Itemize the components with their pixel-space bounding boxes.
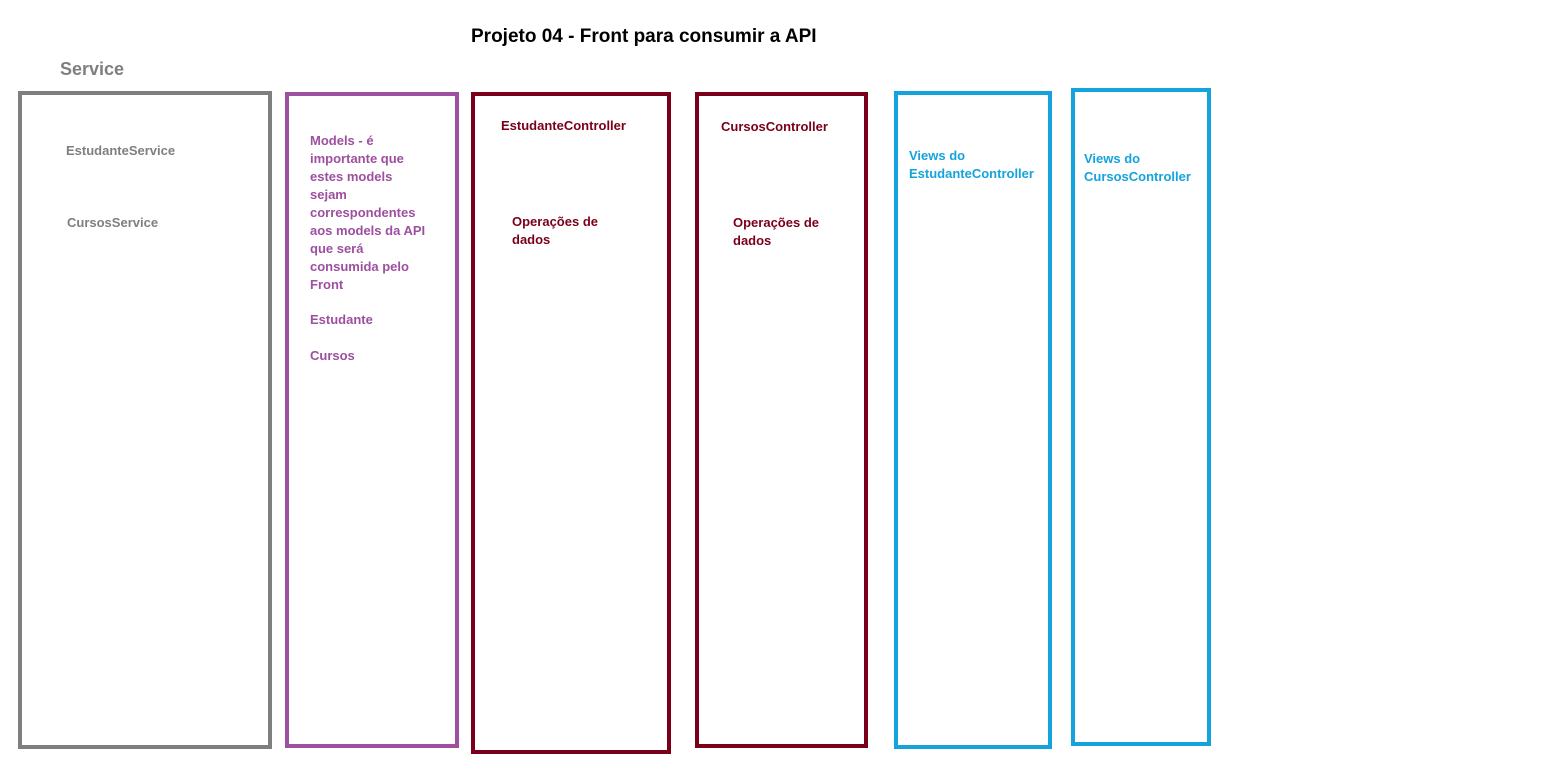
cursos-controller-title: CursosController [721,119,828,134]
estudante-controller-box [471,92,671,754]
cursos-service-label: CursosService [67,215,159,230]
model-cursos-label: Cursos [310,348,355,363]
cursos-controller-operations: Operações de dados [733,215,819,248]
service-box [18,91,272,749]
model-estudante-label: Estudante [310,312,373,327]
views-estudante-box [894,91,1052,749]
cursos-controller-box [695,92,868,748]
estudante-controller-title: EstudanteController [501,118,626,133]
views-cursos-box [1071,88,1211,746]
views-cursos-title: Views do CursosController [1084,151,1191,184]
page-title: Projeto 04 - Front para consumir a API [471,26,817,47]
estudante-service-label: EstudanteService [66,143,176,158]
models-description: Models - é importante que estes models s… [310,133,426,292]
service-heading: Service [60,59,125,79]
estudante-controller-operations: Operações de dados [512,214,598,247]
views-estudante-title: Views do EstudanteController [909,148,1034,181]
